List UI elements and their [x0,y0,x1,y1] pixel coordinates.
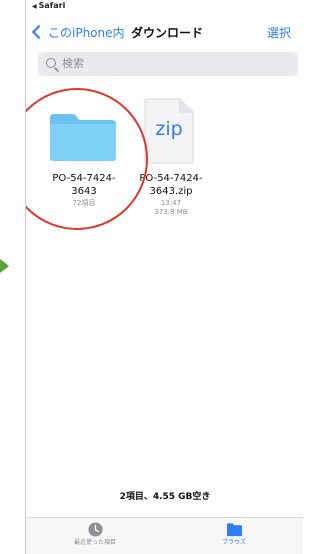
tab-recents[interactable]: 最近使った項目 [55,522,135,547]
search-input[interactable]: 検索 [38,52,298,76]
zip-icon-text: zip [155,118,183,140]
back-triangle-icon: ◀ [32,3,37,10]
tab-browse-label: ブラウズ [221,539,246,546]
back-button[interactable]: このiPhone内 [31,24,125,42]
tab-recents-label: 最近使った項目 [73,539,116,546]
chevron-left-icon [31,24,47,40]
search-icon [46,58,56,68]
screenshot-page: ◀ Safari このiPhone内 ダウンロード 選択 検索 PO-54-742… [0,0,303,554]
zip-modified-time: 13:47 [160,199,182,207]
tab-bar: 最近使った項目 ブラウズ [26,517,303,554]
annotation-arrow-icon [0,259,9,273]
page-title: ダウンロード [131,26,204,40]
folder-icon [226,523,242,537]
tab-browse[interactable]: ブラウズ [194,522,274,547]
status-bar[interactable]: ◀ Safari [32,0,65,11]
navigation-bar: このiPhone内 ダウンロード 選択 [26,22,303,46]
back-app-label: Safari [38,1,66,10]
clock-icon [87,522,103,537]
search-placeholder: 検索 [62,57,84,70]
back-button-label: このiPhone内 [48,26,125,40]
files-app-screen: ◀ Safari このiPhone内 ダウンロード 選択 検索 PO-54-742… [25,0,303,554]
storage-summary: 2項目、4.55 GB空き [119,492,211,502]
zip-file-size: 373.8 MB [154,208,188,216]
select-button[interactable]: 選択 [267,24,291,42]
